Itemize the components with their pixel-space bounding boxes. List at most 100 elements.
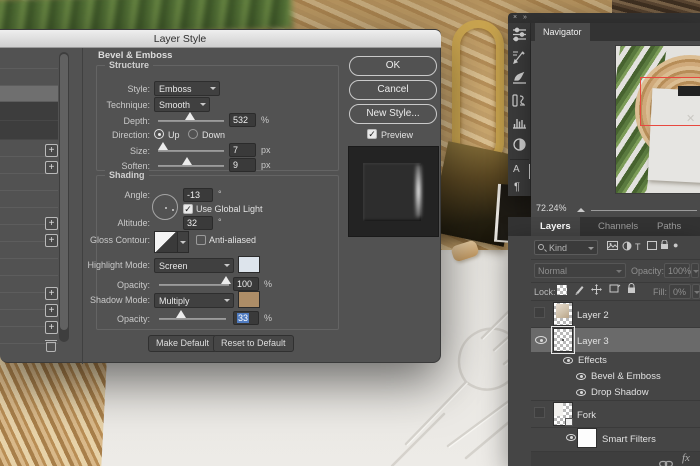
- lock-transparency-icon[interactable]: [557, 285, 567, 295]
- size-value-field[interactable]: 7: [229, 143, 256, 157]
- fill-scrubber[interactable]: [692, 284, 700, 299]
- filter-smart-objects-icon[interactable]: [660, 240, 669, 252]
- filter-adjustment-layers-icon[interactable]: [622, 241, 632, 253]
- fill-field[interactable]: 0%: [669, 284, 691, 299]
- collapse-panels-icon[interactable]: »: [523, 13, 527, 23]
- eye-icon[interactable]: [563, 357, 573, 364]
- ok-button[interactable]: OK: [349, 56, 437, 76]
- layer-effects-icon[interactable]: fx: [682, 452, 690, 464]
- depth-value-field[interactable]: 532: [229, 113, 256, 127]
- soften-slider-thumb[interactable]: [182, 157, 192, 165]
- highlight-color-swatch[interactable]: [238, 256, 260, 273]
- close-icon[interactable]: ×: [513, 13, 517, 23]
- lock-artboard-icon[interactable]: [609, 284, 621, 296]
- properties-panel-icon[interactable]: [511, 27, 528, 42]
- tab-layers[interactable]: Layers: [531, 217, 580, 236]
- style-list-row[interactable]: [0, 52, 58, 69]
- altitude-value-field[interactable]: 32: [183, 216, 213, 230]
- style-list-row[interactable]: [0, 121, 58, 140]
- new-style-button[interactable]: New Style...: [349, 104, 437, 124]
- adjustments-panel-icon[interactable]: [511, 137, 528, 152]
- zoom-out-icon[interactable]: [577, 208, 585, 212]
- clone-source-panel-icon[interactable]: [511, 93, 528, 108]
- add-effect-button[interactable]: +: [45, 217, 58, 230]
- tab-channels[interactable]: Channels: [589, 217, 647, 236]
- depth-slider[interactable]: [158, 120, 224, 122]
- style-list-row[interactable]: [0, 102, 58, 121]
- eye-icon[interactable]: [566, 434, 576, 441]
- shadow-opacity-slider[interactable]: [159, 318, 226, 320]
- eye-icon[interactable]: [576, 373, 586, 380]
- make-default-button[interactable]: Make Default: [148, 335, 217, 352]
- shadow-opacity-field[interactable]: 33: [233, 311, 259, 325]
- technique-dropdown[interactable]: Smooth: [154, 97, 210, 112]
- visibility-toggle[interactable]: [534, 407, 545, 418]
- opacity-field[interactable]: 100%: [664, 263, 690, 278]
- navigator-zoom-slider[interactable]: [591, 210, 697, 211]
- depth-slider-thumb[interactable]: [185, 112, 195, 120]
- soften-value-field[interactable]: 9: [229, 158, 256, 172]
- dialog-title-bar[interactable]: Layer Style: [0, 30, 441, 48]
- gloss-contour-dropdown[interactable]: [178, 231, 189, 253]
- style-list-row[interactable]: [0, 191, 58, 208]
- add-effect-button[interactable]: +: [45, 161, 58, 174]
- angle-dial[interactable]: [152, 194, 178, 220]
- add-effect-button[interactable]: +: [45, 304, 58, 317]
- layer-thumbnail[interactable]: [554, 329, 572, 351]
- highlight-opacity-field[interactable]: 100: [233, 277, 259, 291]
- layer-thumbnail[interactable]: [554, 403, 572, 425]
- layer-row-layer-3[interactable]: Layer 3: [531, 328, 700, 352]
- add-effect-button[interactable]: +: [45, 287, 58, 300]
- size-slider[interactable]: [158, 150, 224, 152]
- tab-navigator[interactable]: Navigator: [535, 23, 590, 41]
- filter-pixel-layers-icon[interactable]: [607, 241, 618, 252]
- shadow-opacity-thumb[interactable]: [176, 310, 186, 318]
- angle-value-field[interactable]: -13: [183, 188, 213, 202]
- character-panel-icon[interactable]: A: [513, 164, 530, 179]
- cancel-button[interactable]: Cancel: [349, 80, 437, 100]
- highlight-opacity-thumb[interactable]: [221, 276, 231, 284]
- style-list-row-highlighted[interactable]: [0, 86, 58, 102]
- style-list-row[interactable]: [0, 174, 58, 191]
- navigator-thumbnail[interactable]: ✕: [616, 46, 700, 193]
- brush-settings-panel-icon[interactable]: [511, 49, 528, 64]
- lock-pixels-icon[interactable]: [574, 284, 585, 297]
- filter-shape-layers-icon[interactable]: [647, 241, 657, 252]
- layer-filter-search[interactable]: Kind: [534, 240, 598, 255]
- style-list-row[interactable]: [0, 69, 58, 86]
- navigator-view-box[interactable]: [640, 77, 700, 126]
- anti-aliased-checkbox[interactable]: [196, 235, 206, 245]
- blend-mode-dropdown[interactable]: Normal: [534, 263, 626, 278]
- visibility-toggle[interactable]: [534, 307, 545, 318]
- style-list-row[interactable]: [0, 259, 58, 276]
- delete-effect-icon[interactable]: [45, 339, 57, 352]
- shadow-color-swatch[interactable]: [238, 291, 260, 308]
- direction-up-radio[interactable]: [154, 129, 164, 139]
- size-slider-thumb[interactable]: [158, 142, 168, 150]
- filter-toggle-icon[interactable]: ●: [673, 240, 678, 250]
- reset-to-default-button[interactable]: Reset to Default: [213, 335, 294, 352]
- brushes-panel-icon[interactable]: [511, 71, 528, 86]
- gloss-contour-thumbnail[interactable]: [154, 231, 178, 253]
- add-effect-button[interactable]: +: [45, 144, 58, 157]
- tab-paths[interactable]: Paths: [648, 217, 690, 236]
- styles-scrollbar[interactable]: [59, 52, 69, 342]
- filter-mask-thumbnail[interactable]: [578, 429, 596, 447]
- histogram-panel-icon[interactable]: [511, 115, 528, 130]
- direction-down-radio[interactable]: [188, 129, 198, 139]
- use-global-light-checkbox[interactable]: ✓: [183, 204, 193, 214]
- link-layers-icon[interactable]: [659, 455, 673, 466]
- add-effect-button[interactable]: +: [45, 234, 58, 247]
- preview-checkbox[interactable]: ✓: [367, 129, 377, 139]
- shadow-mode-dropdown[interactable]: Multiply: [154, 293, 234, 308]
- eye-icon[interactable]: [535, 336, 547, 344]
- soften-slider[interactable]: [158, 165, 224, 167]
- opacity-scrubber[interactable]: [691, 263, 699, 278]
- filter-type-layers-icon[interactable]: T: [635, 242, 641, 252]
- lock-position-icon[interactable]: [591, 284, 602, 297]
- highlight-mode-dropdown[interactable]: Screen: [154, 258, 234, 273]
- zoom-percentage[interactable]: 72.24%: [536, 203, 567, 213]
- paragraph-panel-icon[interactable]: ¶: [514, 181, 531, 196]
- lock-all-icon[interactable]: [627, 283, 636, 296]
- layer-thumbnail[interactable]: [554, 303, 572, 325]
